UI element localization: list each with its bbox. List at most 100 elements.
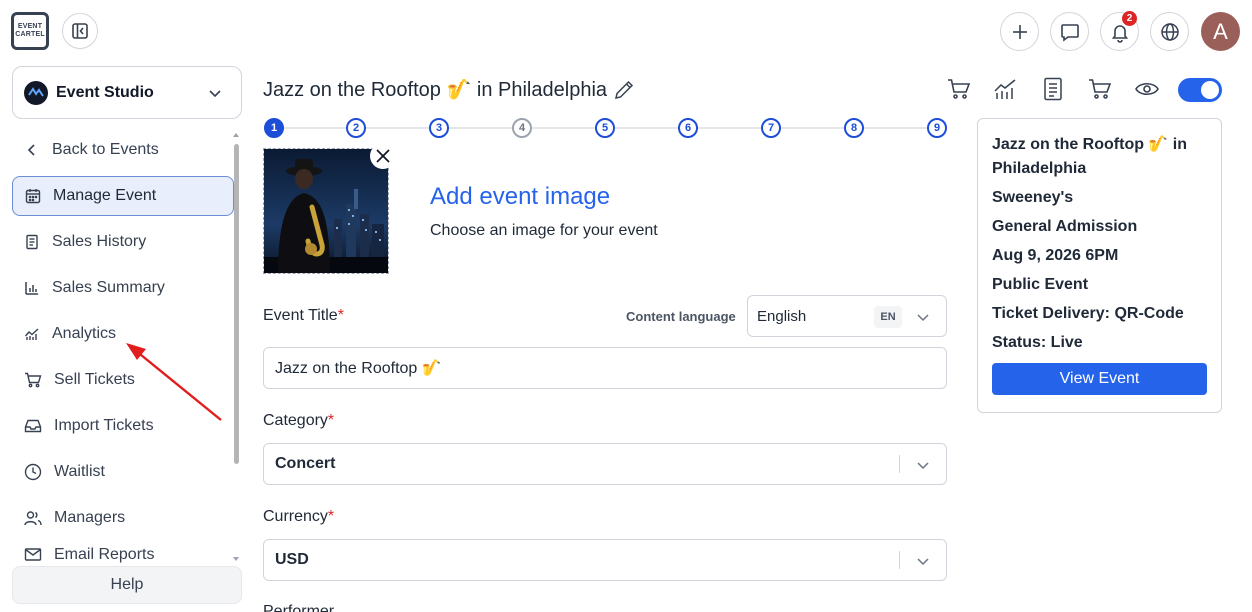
analytics-toolbar-button[interactable] xyxy=(993,76,1019,107)
step-2[interactable]: 2 xyxy=(346,118,366,138)
step-7[interactable]: 7 xyxy=(761,118,781,138)
line-chart-icon xyxy=(24,328,39,340)
sidebar-item-back-to-events[interactable]: Back to Events xyxy=(12,130,234,170)
currency-label-text: Currency xyxy=(263,508,328,525)
sidebar-item-waitlist[interactable]: Waitlist xyxy=(12,452,234,492)
orders-cart-button[interactable] xyxy=(946,76,972,107)
scroll-up-arrow[interactable] xyxy=(233,133,239,137)
language-value: English xyxy=(757,307,807,325)
sell-toolbar-button[interactable] xyxy=(1087,76,1113,107)
chevron-down-icon xyxy=(209,90,221,98)
chevron-down-icon xyxy=(917,558,929,566)
page-title-row: Jazz on the Rooftop 🎷 in Philadelphia xyxy=(263,77,635,102)
cart-icon xyxy=(948,79,971,99)
event-title-value: Jazz on the Rooftop 🎷 xyxy=(275,360,442,377)
currency-label: Currency* xyxy=(263,508,334,526)
step-9[interactable]: 9 xyxy=(927,118,947,138)
plus-icon xyxy=(1012,24,1027,39)
help-button[interactable]: Help xyxy=(12,566,242,604)
select-divider xyxy=(899,455,900,473)
pencil-edit-icon[interactable] xyxy=(613,79,635,101)
step-8[interactable]: 8 xyxy=(844,118,864,138)
summary-status: Status: Live xyxy=(992,334,1083,351)
content-language-select[interactable]: English EN xyxy=(747,295,947,337)
studio-logo-icon xyxy=(24,80,48,105)
chevron-left-icon xyxy=(27,144,35,156)
sidebar-item-sales-history[interactable]: Sales History xyxy=(12,222,234,262)
studio-selector[interactable]: Event Studio xyxy=(12,66,242,119)
messages-button[interactable] xyxy=(1050,12,1089,51)
summary-ticket-type: General Admission xyxy=(992,218,1138,235)
step-4[interactable]: 4 xyxy=(512,118,532,138)
sidebar-item-label: Sales Summary xyxy=(52,279,165,296)
chevron-down-icon xyxy=(917,462,929,470)
currency-select[interactable]: USD xyxy=(263,539,947,581)
event-title-label: Event Title* xyxy=(263,307,344,325)
add-event-image-link[interactable]: Add event image xyxy=(430,183,610,211)
sidebar-item-label: Analytics xyxy=(52,325,117,342)
clock-icon xyxy=(24,463,42,481)
step-1[interactable]: 1 xyxy=(264,118,284,138)
notification-badge: 2 xyxy=(1122,11,1137,26)
summary-date: Aug 9, 2026 6PM xyxy=(992,247,1119,264)
receipt-toolbar-button[interactable] xyxy=(1040,76,1066,107)
view-event-button[interactable]: View Event xyxy=(992,363,1207,395)
sidebar-item-sales-summary[interactable]: Sales Summary xyxy=(12,268,234,308)
summary-delivery: Ticket Delivery: QR-Code xyxy=(992,305,1184,322)
performer-label: Performer xyxy=(263,603,335,612)
content-language-label: Content language xyxy=(626,309,736,324)
cart-icon xyxy=(1089,79,1112,99)
sidebar-item-label: Email Reports xyxy=(54,546,155,563)
currency-value: USD xyxy=(275,551,309,568)
notifications-button[interactable]: 2 xyxy=(1100,11,1139,51)
event-title-input[interactable]: Jazz on the Rooftop 🎷 xyxy=(263,347,947,389)
eye-icon xyxy=(1135,82,1159,96)
language-button[interactable] xyxy=(1150,12,1189,51)
logo-line-2: CARTEL xyxy=(15,31,45,38)
step-6[interactable]: 6 xyxy=(678,118,698,138)
category-label: Category* xyxy=(263,412,334,430)
receipt-icon xyxy=(1044,77,1062,101)
sidebar-item-label: Sales History xyxy=(52,233,147,250)
language-code-badge: EN xyxy=(874,306,902,328)
required-mark: * xyxy=(327,412,335,429)
sidebar-item-label: Managers xyxy=(54,509,126,526)
required-mark: * xyxy=(337,307,344,324)
event-title-label-text: Event Title xyxy=(263,307,338,324)
category-label-text: Category xyxy=(263,412,328,429)
step-5[interactable]: 5 xyxy=(595,118,615,138)
remove-image-button[interactable] xyxy=(370,143,396,169)
step-3[interactable]: 3 xyxy=(429,118,449,138)
users-icon xyxy=(24,511,42,526)
select-divider xyxy=(899,551,900,569)
summary-venue: Sweeney's xyxy=(992,189,1074,206)
receipt-icon xyxy=(26,234,38,250)
calendar-icon xyxy=(25,189,41,204)
create-button[interactable] xyxy=(1000,12,1039,51)
event-summary-card: Jazz on the Rooftop 🎷 in Philadelphia Sw… xyxy=(977,118,1222,413)
event-image[interactable] xyxy=(263,148,389,274)
mail-icon xyxy=(24,548,42,561)
add-event-image-subtitle: Choose an image for your event xyxy=(430,222,658,239)
app-logo[interactable]: EVENT CARTEL xyxy=(11,12,49,50)
preview-toolbar-button[interactable] xyxy=(1134,76,1160,107)
logo-line-1: EVENT xyxy=(17,23,43,30)
sidebar-item-email-reports[interactable]: Email Reports xyxy=(12,544,234,566)
sidebar-item-managers[interactable]: Managers xyxy=(12,498,234,538)
sidebar-item-label: Manage Event xyxy=(53,187,157,204)
globe-icon xyxy=(1160,22,1179,41)
sidebar-scrollbar[interactable] xyxy=(234,144,239,464)
category-select[interactable]: Concert xyxy=(263,443,947,485)
user-avatar[interactable]: A xyxy=(1201,12,1240,51)
chevron-down-icon xyxy=(917,314,929,322)
publish-toggle[interactable] xyxy=(1178,78,1222,102)
studio-label: Event Studio xyxy=(56,83,154,101)
sidebar-collapse-button[interactable] xyxy=(62,13,98,49)
close-icon xyxy=(376,149,390,163)
inbox-icon xyxy=(24,419,42,433)
panel-collapse-icon xyxy=(72,23,88,39)
scroll-down-arrow[interactable] xyxy=(233,557,239,561)
annotation-arrow-icon xyxy=(126,343,222,421)
required-mark: * xyxy=(327,508,335,525)
sidebar-item-manage-event[interactable]: Manage Event xyxy=(12,176,234,216)
